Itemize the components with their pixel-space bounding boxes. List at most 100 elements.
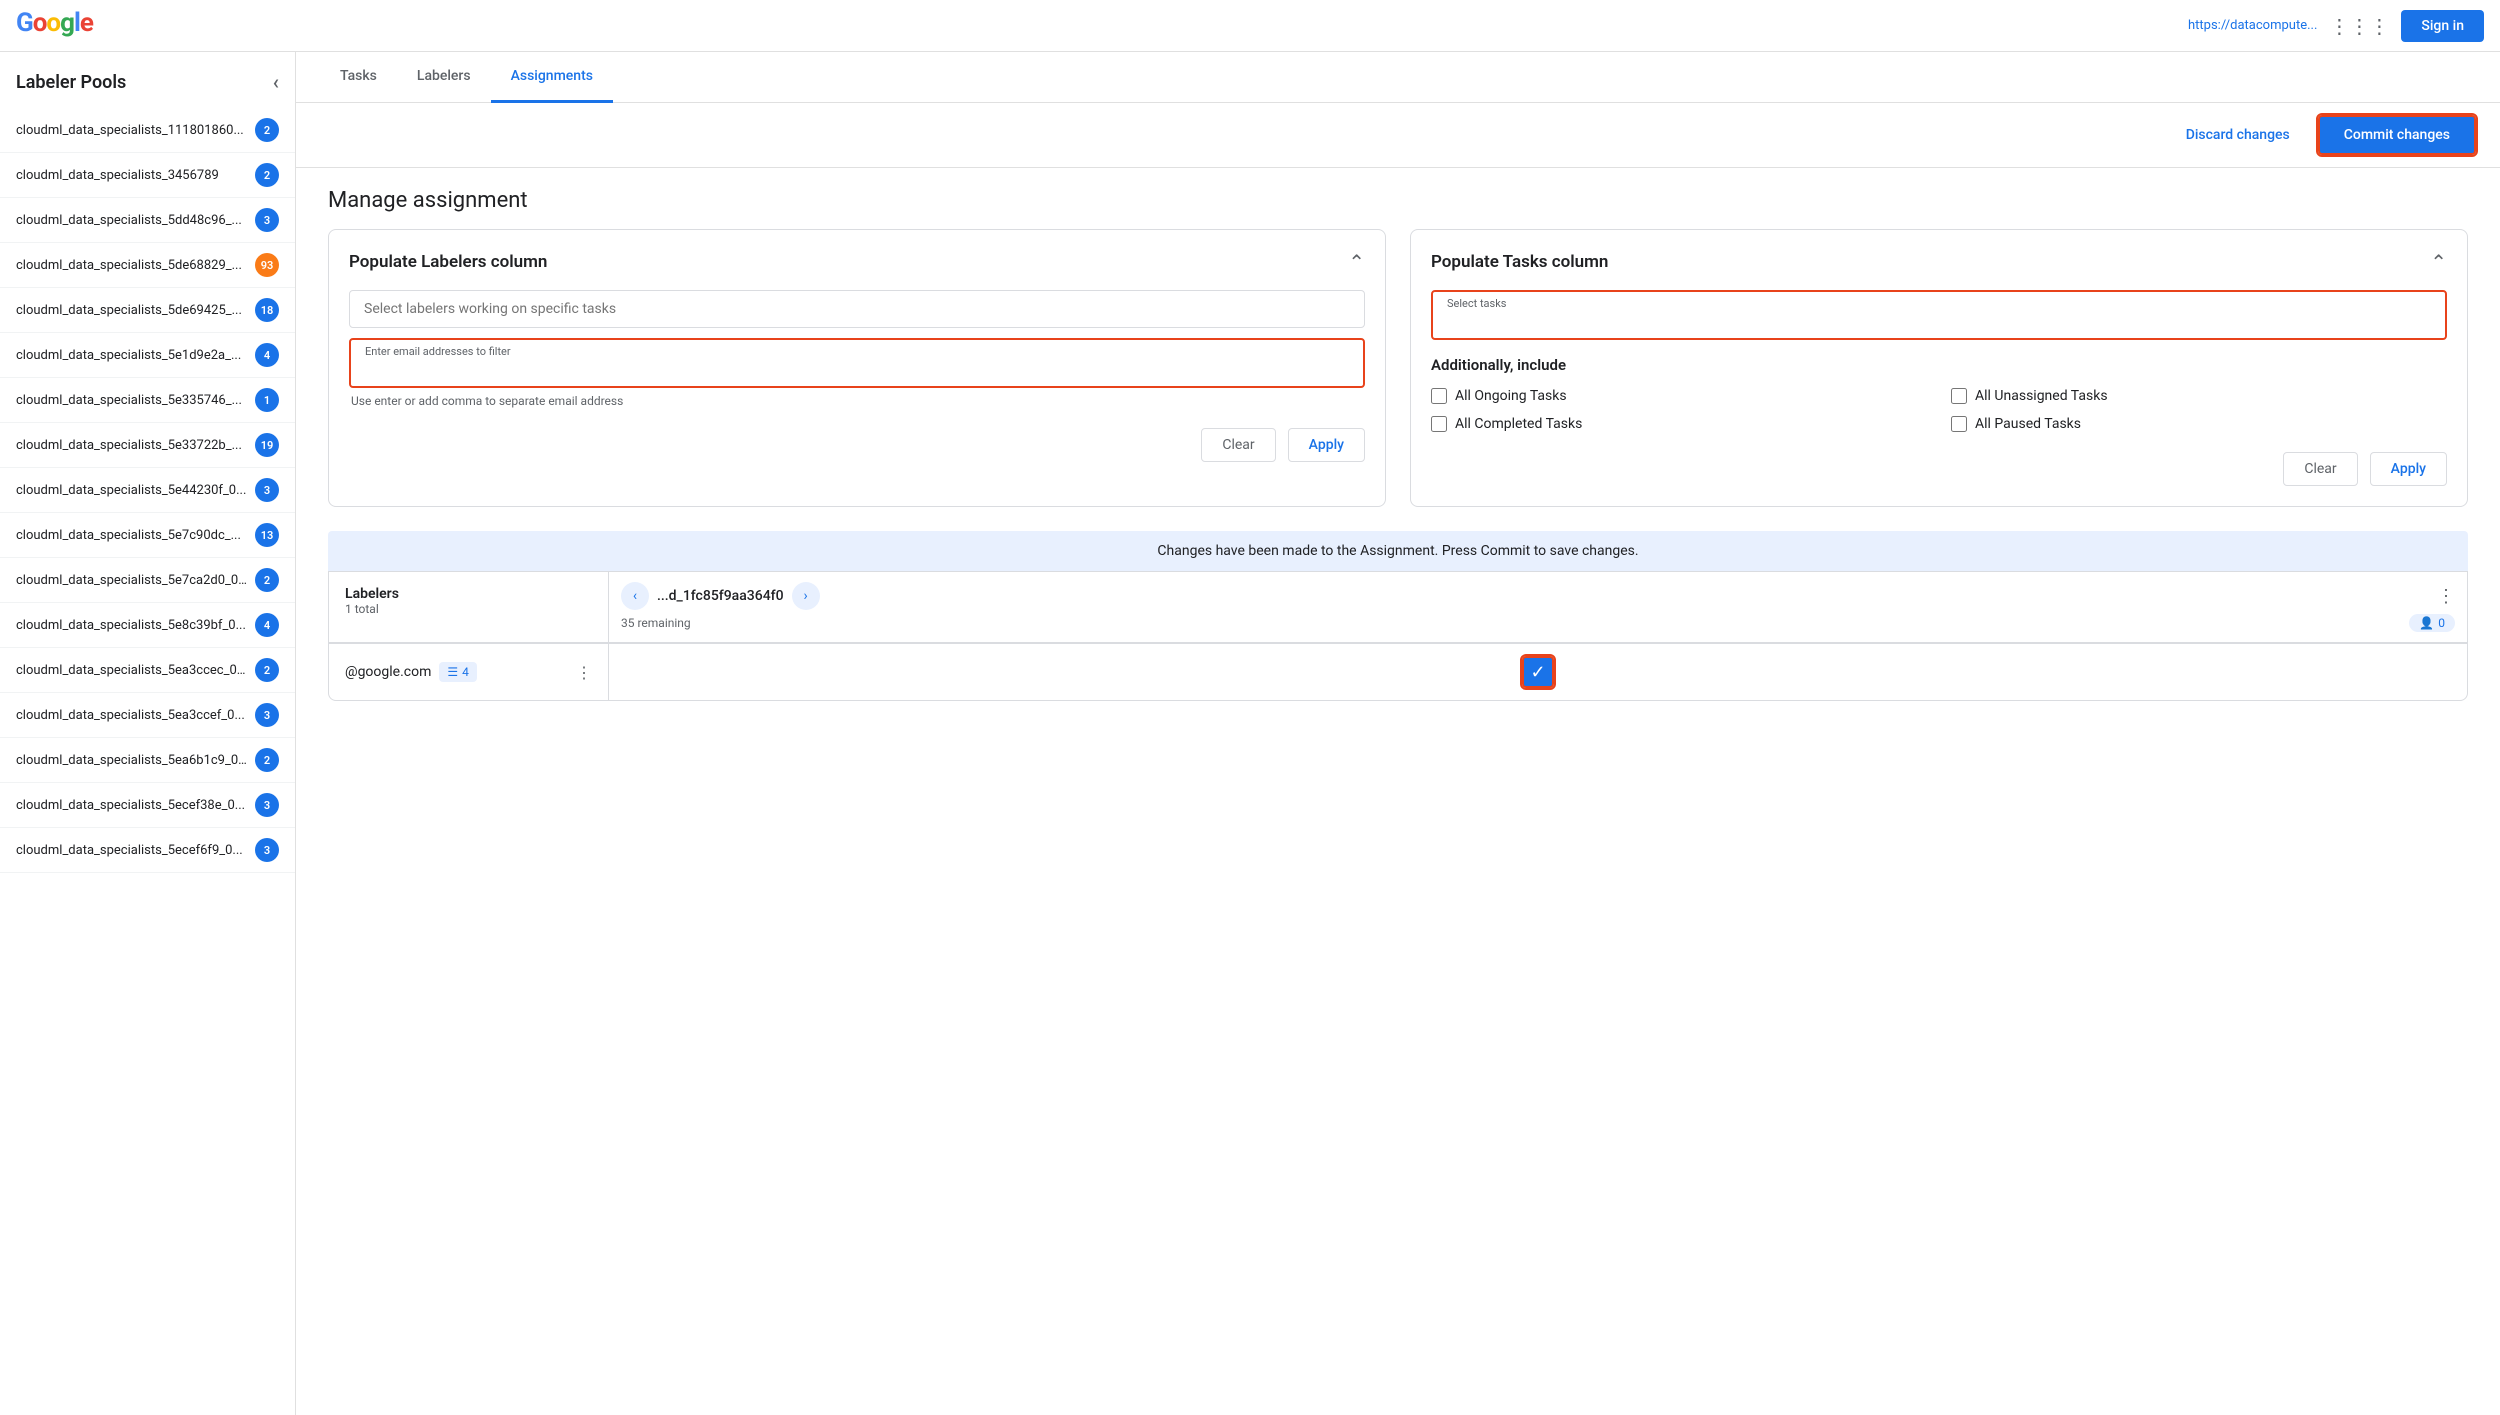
checkbox-paused-tasks[interactable]: All Paused Tasks — [1951, 416, 2447, 432]
tab-labelers[interactable]: Labelers — [397, 52, 491, 103]
sidebar-item-5[interactable]: cloudml_data_specialists_5e1d9e2a_...4 — [0, 333, 295, 378]
row-dots-menu[interactable]: ⋮ — [576, 663, 592, 682]
populate-labelers-panel: Populate Labelers column ⌃ Enter email a… — [328, 229, 1386, 507]
paused-tasks-checkbox[interactable] — [1951, 416, 1967, 432]
task-dots-menu[interactable]: ⋮ — [2437, 586, 2455, 607]
sidebar-item-label-0: cloudml_data_specialists_111801860... — [16, 123, 247, 138]
populate-tasks-title: Populate Tasks column — [1431, 252, 1608, 272]
at-task-bottom: 35 remaining 👤 0 — [621, 614, 2455, 632]
sidebar-item-6[interactable]: cloudml_data_specialists_5e335746_...1 — [0, 378, 295, 423]
tab-assignments[interactable]: Assignments — [491, 52, 613, 103]
collapse-tasks-icon[interactable]: ⌃ — [2430, 250, 2447, 274]
at-row-task: ✓ — [609, 644, 2467, 700]
at-task-header: ‹ ...d_1fc85f9aa364f0 › ⋮ — [621, 582, 2455, 610]
at-task-name: ...d_1fc85f9aa364f0 — [657, 588, 784, 604]
sidebar-item-11[interactable]: cloudml_data_specialists_5e8c39bf_0... 4 — [0, 603, 295, 648]
sidebar-item-1[interactable]: cloudml_data_specialists_34567892 — [0, 153, 295, 198]
additionally-title: Additionally, include — [1431, 356, 2447, 374]
task-nav-next[interactable]: › — [792, 582, 820, 610]
sidebar-item-16[interactable]: cloudml_data_specialists_5ecef6f9_0...3 — [0, 828, 295, 873]
tasks-apply-button[interactable]: Apply — [2370, 452, 2447, 486]
checkbox-completed-tasks[interactable]: All Completed Tasks — [1431, 416, 1927, 432]
checkbox-grid: All Ongoing Tasks All Unassigned Tasks A… — [1431, 388, 2447, 432]
sidebar-item-14[interactable]: cloudml_data_specialists_5ea6b1c9_0...2 — [0, 738, 295, 783]
sidebar-item-4[interactable]: cloudml_data_specialists_5de69425_... 18 — [0, 288, 295, 333]
sidebar-item-3[interactable]: cloudml_data_specialists_5de68829_...93 — [0, 243, 295, 288]
at-row-labeler: @google.com ☰ 4 ⋮ — [329, 644, 609, 700]
sidebar-item-label-8: cloudml_data_specialists_5e44230f_0... — [16, 483, 247, 498]
sidebar-chevron-icon[interactable]: ‹ — [273, 70, 279, 94]
sidebar-item-label-2: cloudml_data_specialists_5dd48c96_... — [16, 213, 247, 228]
tasks-badge: ☰ 4 — [439, 662, 477, 682]
collapse-labelers-icon[interactable]: ⌃ — [1348, 250, 1365, 274]
at-task-col: ‹ ...d_1fc85f9aa364f0 › ⋮ 35 remaining 👤… — [609, 572, 2467, 642]
sidebar-badge-12: 2 — [255, 658, 279, 682]
sidebar-item-0[interactable]: cloudml_data_specialists_111801860... 2 — [0, 108, 295, 153]
sidebar-item-label-16: cloudml_data_specialists_5ecef6f9_0... — [16, 843, 247, 858]
completed-tasks-label: All Completed Tasks — [1455, 416, 1582, 432]
tasks-input-wrap: Select tasks cloudml_data_prod_1fc85f9aa… — [1431, 290, 2447, 340]
ongoing-tasks-label: All Ongoing Tasks — [1455, 388, 1567, 404]
ongoing-tasks-checkbox[interactable] — [1431, 388, 1447, 404]
tasks-select-input[interactable]: cloudml_data_prod_1fc85f9aa364f0 — [1447, 312, 2431, 328]
checkbox-unassigned-tasks[interactable]: All Unassigned Tasks — [1951, 388, 2447, 404]
commit-changes-button[interactable]: Commit changes — [2318, 115, 2476, 155]
sidebar-header: Labeler Pools ‹ — [0, 52, 295, 108]
discard-changes-button[interactable]: Discard changes — [2170, 119, 2306, 151]
labelers-clear-button[interactable]: Clear — [1201, 428, 1275, 462]
email-filter-input[interactable]: @google.com — [365, 360, 1349, 376]
labelers-apply-button[interactable]: Apply — [1288, 428, 1365, 462]
sidebar-badge-8: 3 — [255, 478, 279, 502]
task-nav-prev[interactable]: ‹ — [621, 582, 649, 610]
sidebar-badge-4: 18 — [255, 298, 279, 322]
labelers-search-input[interactable] — [364, 301, 1350, 317]
labeler-email: @google.com — [345, 664, 431, 680]
at-task-remaining: 35 remaining — [621, 616, 691, 630]
sidebar-item-label-12: cloudml_data_specialists_5ea3ccec_0... — [16, 663, 247, 678]
google-logo: Google — [16, 8, 93, 38]
apps-icon[interactable]: ⋮⋮⋮ — [2329, 14, 2389, 38]
populate-labelers-header: Populate Labelers column ⌃ — [349, 250, 1365, 274]
sidebar-item-12[interactable]: cloudml_data_specialists_5ea3ccec_0... 2 — [0, 648, 295, 693]
labelers-col-title: Labelers — [345, 586, 592, 602]
sidebar-item-label-13: cloudml_data_specialists_5ea3ccef_0... — [16, 708, 247, 723]
sidebar-item-8[interactable]: cloudml_data_specialists_5e44230f_0... 3 — [0, 468, 295, 513]
checkmark-icon: ✓ — [1530, 662, 1545, 683]
people-icon: 👤 — [2419, 616, 2434, 630]
labeler-info: @google.com ☰ 4 — [345, 662, 477, 682]
sidebar-item-15[interactable]: cloudml_data_specialists_5ecef38e_0...3 — [0, 783, 295, 828]
top-bar-link[interactable]: https://datacompute... — [2188, 18, 2317, 33]
sidebar-item-label-11: cloudml_data_specialists_5e8c39bf_0... — [16, 618, 247, 633]
sidebar-item-7[interactable]: cloudml_data_specialists_5e33722b_...19 — [0, 423, 295, 468]
tasks-list-icon: ☰ — [447, 665, 458, 679]
tab-tasks[interactable]: Tasks — [320, 52, 397, 103]
sidebar-item-13[interactable]: cloudml_data_specialists_5ea3ccef_0... 3 — [0, 693, 295, 738]
tasks-panel-footer: Clear Apply — [1431, 452, 2447, 486]
labelers-col-count: 1 total — [345, 602, 592, 616]
checkbox-ongoing-tasks[interactable]: All Ongoing Tasks — [1431, 388, 1927, 404]
sidebar-item-10[interactable]: cloudml_data_specialists_5e7ca2d0_0...2 — [0, 558, 295, 603]
sidebar-badge-2: 3 — [255, 208, 279, 232]
filter-hint: Use enter or add comma to separate email… — [349, 394, 1365, 408]
tasks-clear-button[interactable]: Clear — [2283, 452, 2357, 486]
sidebar-badge-11: 4 — [255, 613, 279, 637]
at-labelers-col: Labelers 1 total — [329, 572, 609, 642]
sidebar-badge-13: 3 — [255, 703, 279, 727]
sidebar-badge-0: 2 — [255, 118, 279, 142]
sidebar-item-label-6: cloudml_data_specialists_5e335746_... — [16, 393, 247, 408]
assignment-table: Labelers 1 total ‹ ...d_1fc85f9aa364f0 ›… — [328, 571, 2468, 701]
sidebar-item-2[interactable]: cloudml_data_specialists_5dd48c96_... 3 — [0, 198, 295, 243]
sidebar-item-9[interactable]: cloudml_data_specialists_5e7c90dc_...13 — [0, 513, 295, 558]
sign-in-button[interactable]: Sign in — [2401, 10, 2484, 42]
email-filter-wrap: Enter email addresses to filter @google.… — [349, 338, 1365, 388]
tabs-bar: Tasks Labelers Assignments — [296, 52, 2500, 103]
labelers-panel-footer: Clear Apply — [349, 428, 1365, 462]
sidebar-item-label-4: cloudml_data_specialists_5de69425_... — [16, 303, 247, 318]
sidebar: Labeler Pools ‹ cloudml_data_specialists… — [0, 52, 296, 1415]
sidebar-item-label-7: cloudml_data_specialists_5e33722b_... — [16, 438, 247, 453]
completed-tasks-checkbox[interactable] — [1431, 416, 1447, 432]
sidebar-title: Labeler Pools — [16, 72, 126, 93]
unassigned-tasks-checkbox[interactable] — [1951, 388, 1967, 404]
sidebar-item-label-15: cloudml_data_specialists_5ecef38e_0... — [16, 798, 247, 813]
task-assigned-checkbox[interactable]: ✓ — [1522, 656, 1554, 688]
